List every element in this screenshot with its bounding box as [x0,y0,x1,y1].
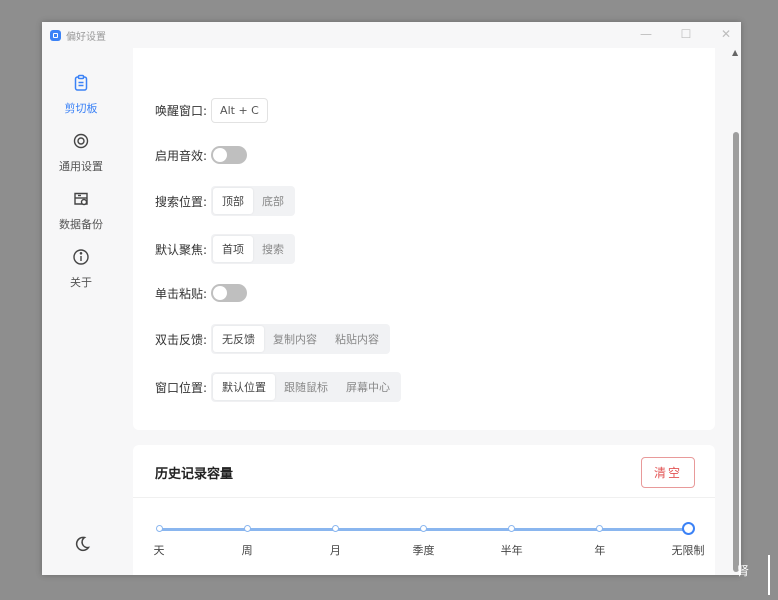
window-position-center-option[interactable]: 屏幕中心 [337,374,399,400]
slider-mark-label: 年 [594,544,606,557]
scroll-up-arrow-icon[interactable]: ▲ [732,48,738,57]
window-position-row: 窗口位置: 默认位置 跟随鼠标 屏幕中心 [155,372,402,402]
slider-dot[interactable] [155,525,163,532]
slider-dot[interactable] [596,525,604,532]
default-focus-label: 默认聚焦: [155,242,208,257]
window-position-segmented: 默认位置 跟随鼠标 屏幕中心 [211,372,402,402]
clear-history-button[interactable]: 清空 [640,457,695,488]
moon-icon[interactable] [73,535,91,553]
double-click-label: 双击反馈: [155,332,208,347]
double-click-copy-option[interactable]: 复制内容 [264,326,326,352]
wake-window-hotkey-input[interactable]: Alt + C [211,98,268,123]
scroll-thumb[interactable] [733,132,739,572]
search-position-top-option[interactable]: 顶部 [213,188,254,214]
background-bar [768,555,770,595]
slider-mark-label: 周 [241,544,253,557]
wake-window-label: 唤醒窗口: [155,104,208,118]
single-click-paste-label: 单击粘贴: [155,286,208,301]
slider-dot[interactable] [508,525,516,532]
window-position-follow-mouse-option[interactable]: 跟随鼠标 [275,374,337,400]
sound-toggle[interactable] [211,146,248,164]
sound-label: 启用音效: [155,148,208,163]
single-click-paste-row: 单击粘贴: [155,284,248,302]
double-click-segmented: 无反馈 复制内容 粘贴内容 [211,324,391,354]
history-capacity-card: 历史记录容量 清空 天 周 月 季度 半年 年 无限制 [133,445,715,575]
background-glyph: 肾 [737,564,750,578]
slider-dot[interactable] [420,525,427,532]
default-focus-row: 默认聚焦: 首项 搜索 [155,234,296,264]
app-icon [50,29,61,41]
slider-handle[interactable] [681,522,695,535]
database-icon [72,190,90,212]
search-position-segmented: 顶部 底部 [211,186,296,216]
sidebar-item-about[interactable]: 关于 [42,248,120,290]
default-focus-segmented: 首项 搜索 [211,234,296,264]
slider-dot[interactable] [243,525,251,532]
default-focus-first-option[interactable]: 首项 [213,236,254,262]
slider-dot[interactable] [331,525,339,532]
window-position-default-option[interactable]: 默认位置 [213,374,276,400]
main-content: 唤醒窗口: Alt + C 启用音效: 搜索位置: 顶部 底部 默认聚焦: 首项… [120,48,730,575]
slider-mark-label: 季度 [412,544,435,557]
double-click-paste-option[interactable]: 粘贴内容 [326,326,388,352]
slider-mark-label: 天 [153,544,165,557]
sidebar-item-label: 剪切板 [64,102,98,115]
maximize-button[interactable]: ☐ [679,26,693,42]
sidebar: 剪切板 通用设置 数据备份 关于 [42,48,120,575]
scrollbar[interactable]: ▲ [731,48,741,575]
clipboard-settings-card: 唤醒窗口: Alt + C 启用音效: 搜索位置: 顶部 底部 默认聚焦: 首项… [133,48,715,430]
clipboard-icon [72,74,90,96]
single-click-paste-toggle[interactable] [211,284,248,302]
title-bar: 偏好设置 — ☐ ✕ [42,22,741,48]
window-position-label: 窗口位置: [155,380,208,395]
window-title: 偏好设置 [66,31,106,43]
info-icon [72,248,90,270]
close-button[interactable]: ✕ [719,26,733,42]
history-header: 历史记录容量 清空 [133,445,715,498]
history-title: 历史记录容量 [155,467,234,482]
sidebar-item-data-backup[interactable]: 数据备份 [42,190,120,232]
settings-icon [72,132,90,154]
sidebar-item-label: 通用设置 [59,160,103,173]
double-click-none-option[interactable]: 无反馈 [213,326,265,352]
sidebar-item-label: 关于 [70,276,92,289]
wake-window-row: 唤醒窗口: Alt + C [155,98,268,123]
search-position-label: 搜索位置: [155,194,208,209]
search-position-row: 搜索位置: 顶部 底部 [155,186,296,216]
double-click-row: 双击反馈: 无反馈 复制内容 粘贴内容 [155,324,391,354]
sound-row: 启用音效: [155,146,248,164]
history-capacity-slider[interactable] [155,522,695,535]
sidebar-item-clipboard[interactable]: 剪切板 [42,74,120,116]
slider-mark-label: 半年 [500,544,523,557]
minimize-button[interactable]: — [639,26,653,42]
sidebar-item-general-settings[interactable]: 通用设置 [42,132,120,174]
sidebar-item-label: 数据备份 [59,218,103,231]
default-focus-search-option[interactable]: 搜索 [253,236,293,262]
slider-mark-label: 无限制 [671,544,705,557]
search-position-bottom-option[interactable]: 底部 [253,188,293,214]
slider-mark-label: 月 [329,544,341,557]
preferences-window: 偏好设置 — ☐ ✕ 剪切板 通用设置 数据备份 关于 唤醒窗口: Alt + … [42,22,741,575]
